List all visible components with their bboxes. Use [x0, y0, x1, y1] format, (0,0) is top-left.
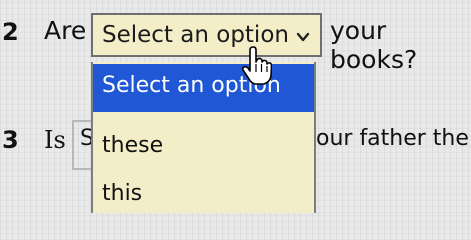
dropdown-option-this[interactable]: this	[93, 176, 314, 212]
select-value: Select an option	[102, 22, 289, 48]
question-3-text-before: Is	[44, 126, 66, 154]
dropdown-option-these[interactable]: these	[93, 128, 314, 164]
dropdown-option-select-an-option[interactable]: Select an option	[93, 64, 314, 112]
dropdown-list: Select an option these this	[91, 62, 316, 213]
chevron-down-icon	[296, 32, 310, 42]
question-3-text-after: our father the	[316, 126, 469, 151]
question-2-text-before: Are	[44, 16, 87, 45]
question-3-number: 3	[2, 126, 19, 154]
question-2-text-after: your books?	[330, 16, 418, 74]
answer-select[interactable]: Select an option	[91, 13, 322, 57]
hand-pointer-icon	[241, 46, 272, 85]
question-2-number: 2	[2, 18, 19, 46]
